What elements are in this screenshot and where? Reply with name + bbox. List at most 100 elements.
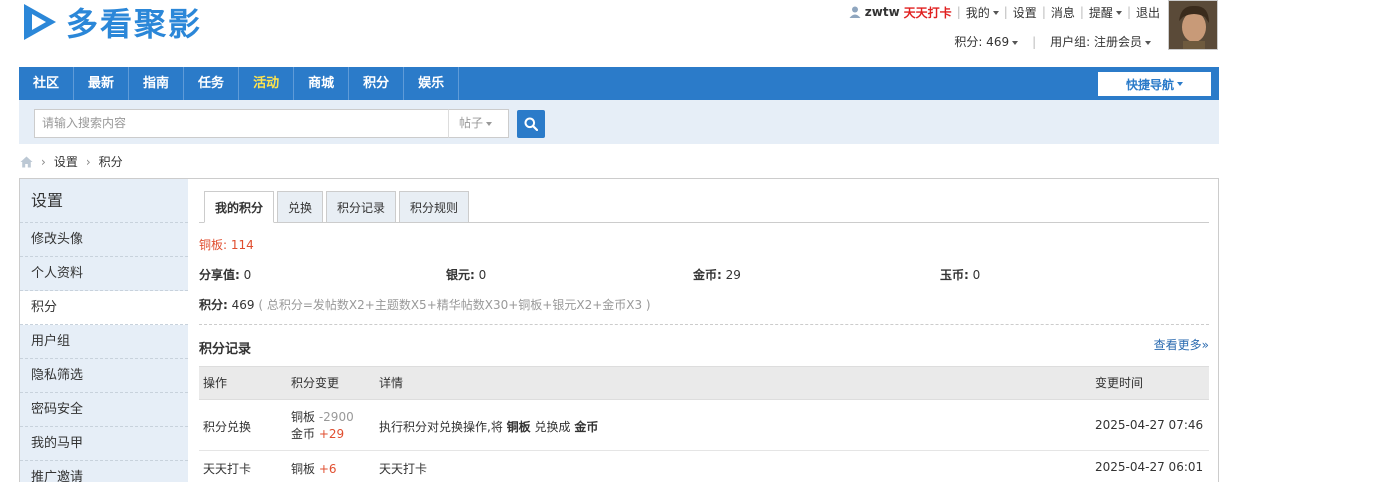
quick-nav-button[interactable]: 快捷导航 — [1098, 72, 1211, 96]
share-label: 分享值: — [199, 268, 240, 282]
points-label: 积分: 469 — [954, 35, 1010, 49]
search-button[interactable] — [517, 110, 545, 138]
detail-to: 金币 — [574, 420, 599, 434]
settings-sidebar: 设置 修改头像 个人资料 积分 用户组 隐私筛选 密码安全 我的马甲 推广邀请 — [20, 179, 188, 482]
column-header-time: 变更时间 — [1095, 376, 1144, 390]
settings-panel: 设置 修改头像 个人资料 积分 用户组 隐私筛选 密码安全 我的马甲 推广邀请 … — [19, 178, 1219, 482]
search-icon — [524, 117, 538, 131]
silver-label: 银元: — [446, 268, 475, 282]
settings-link[interactable]: 设置 — [1013, 4, 1037, 21]
chevron-down-icon — [992, 11, 999, 15]
column-header-change: 积分变更 — [291, 376, 340, 390]
section-divider — [199, 324, 1209, 325]
tab-my-points[interactable]: 我的积分 — [204, 191, 275, 223]
column-header-detail: 详情 — [379, 376, 404, 390]
share-value: 0 — [243, 268, 252, 282]
play-logo-icon — [24, 4, 56, 40]
points-content: 我的积分 兑换 积分记录 积分规则 铜板: 114 分享值: 0 银元: 0 金… — [199, 179, 1209, 482]
sidebar-item-avatar[interactable]: 修改头像 — [20, 223, 188, 257]
tab-points-rules[interactable]: 积分规则 — [399, 191, 470, 223]
silver-value: 0 — [478, 268, 487, 282]
chevron-down-icon — [1177, 82, 1183, 86]
nav-item-tasks[interactable]: 任务 — [184, 67, 240, 100]
quick-nav-label: 快捷导航 — [1125, 77, 1174, 92]
detail-text: 兑换成 — [534, 420, 571, 434]
divider: | — [1079, 5, 1084, 19]
sidebar-item-profile[interactable]: 个人资料 — [20, 257, 188, 291]
search-type-label: 帖子 — [459, 116, 484, 130]
change-amount: +29 — [318, 427, 345, 441]
silver-stat: 银元: 0 — [446, 266, 486, 283]
nav-item-community[interactable]: 社区 — [19, 67, 75, 100]
row-change: 铜板 -2900 金币 +29 — [291, 409, 354, 443]
change-line: 金币 +29 — [291, 426, 354, 443]
user-stats-bar: 积分: 469 | 用户组: 注册会员 — [954, 33, 1151, 50]
divider: | — [1003, 5, 1008, 19]
detail-from: 铜板 — [506, 420, 531, 434]
username-link[interactable]: zwtw — [865, 5, 900, 19]
jade-value: 0 — [972, 268, 981, 282]
reminders-menu[interactable]: 提醒 — [1089, 4, 1122, 21]
sidebar-item-invite[interactable]: 推广邀请 — [20, 461, 188, 482]
jade-label: 玉币: — [940, 268, 969, 282]
nav-item-entertainment[interactable]: 娱乐 — [404, 67, 460, 100]
sidebar-item-privacy[interactable]: 隐私筛选 — [20, 359, 188, 393]
reminders-label: 提醒 — [1088, 5, 1113, 20]
home-icon[interactable] — [20, 156, 33, 168]
table-row: 积分兑换 铜板 -2900 金币 +29 执行积分对兑换操作,将 铜板 兑换成 … — [199, 400, 1209, 451]
row-time: 2025-04-27 07:46 — [1095, 418, 1204, 432]
user-icon — [849, 6, 861, 18]
jade-stat: 玉币: 0 — [940, 266, 980, 283]
points-tabs: 我的积分 兑换 积分记录 积分规则 — [204, 191, 472, 223]
logout-link[interactable]: 退出 — [1136, 4, 1160, 21]
my-menu-label: 我的 — [965, 5, 990, 20]
row-action: 积分兑换 — [203, 420, 252, 434]
search-type-select[interactable]: 帖子 — [448, 109, 509, 138]
gold-value: 29 — [725, 268, 741, 282]
breadcrumb: › 设置 › 积分 — [20, 153, 123, 170]
usergroup-menu[interactable]: 用户组: 注册会员 — [1050, 33, 1151, 50]
divider: | — [1032, 34, 1037, 49]
nav-item-shop[interactable]: 商城 — [294, 67, 350, 100]
search-input[interactable]: 请输入搜索内容 — [34, 109, 449, 138]
row-detail: 天天打卡 — [379, 462, 428, 476]
tab-exchange[interactable]: 兑换 — [277, 191, 324, 223]
nav-item-guide[interactable]: 指南 — [129, 67, 185, 100]
nav-item-events[interactable]: 活动 — [239, 67, 295, 100]
checkin-link[interactable]: 天天打卡 — [904, 4, 952, 21]
change-currency: 金币 — [291, 427, 316, 441]
nav-item-points[interactable]: 积分 — [349, 67, 405, 100]
total-formula: ( 总积分=发帖数X2+主题数X5+精华帖数X30+铜板+银元X2+金币X3 ) — [258, 298, 651, 312]
view-more-link[interactable]: 查看更多» — [1154, 336, 1209, 353]
breadcrumb-settings[interactable]: 设置 — [54, 153, 78, 170]
site-logo[interactable]: 多看聚影 — [20, 0, 202, 44]
chevron-down-icon — [486, 121, 493, 126]
change-currency: 铜板 — [291, 462, 316, 476]
sidebar-item-usergroup[interactable]: 用户组 — [20, 325, 188, 359]
change-currency: 铜板 — [291, 410, 316, 424]
change-line: 铜板 -2900 — [291, 409, 354, 426]
row-time: 2025-04-27 06:01 — [1095, 460, 1204, 474]
sidebar-item-alt-accounts[interactable]: 我的马甲 — [20, 427, 188, 461]
messages-link[interactable]: 消息 — [1051, 4, 1075, 21]
user-toolbar: zwtw 天天打卡 | 我的 | 设置 | 消息 | 提醒 | 退出 — [849, 4, 1160, 20]
my-menu[interactable]: 我的 — [966, 4, 999, 21]
table-header: 操作 积分变更 详情 变更时间 — [199, 366, 1209, 400]
tab-points-log[interactable]: 积分记录 — [326, 191, 397, 223]
copper-balance: 铜板: 114 — [199, 238, 254, 252]
avatar[interactable] — [1168, 0, 1218, 50]
credit-stats: 分享值: 0 银元: 0 金币: 29 玉币: 0 — [199, 266, 1209, 282]
breadcrumb-points[interactable]: 积分 — [99, 153, 123, 170]
nav-item-latest[interactable]: 最新 — [74, 67, 130, 100]
avatar-image — [1169, 1, 1217, 49]
points-menu[interactable]: 积分: 469 — [954, 33, 1019, 50]
total-label: 积分: — [199, 298, 228, 312]
total-value: 469 — [231, 298, 255, 312]
change-amount: -2900 — [318, 410, 354, 424]
search-bar: 请输入搜索内容 帖子 — [19, 100, 1219, 144]
records-table: 操作 积分变更 详情 变更时间 积分兑换 铜板 -2900 金币 +29 执行积… — [199, 366, 1209, 482]
sidebar-item-password[interactable]: 密码安全 — [20, 393, 188, 427]
change-amount: +6 — [318, 462, 337, 476]
logo-text: 多看聚影 — [66, 5, 203, 43]
sidebar-item-points[interactable]: 积分 — [20, 291, 188, 325]
